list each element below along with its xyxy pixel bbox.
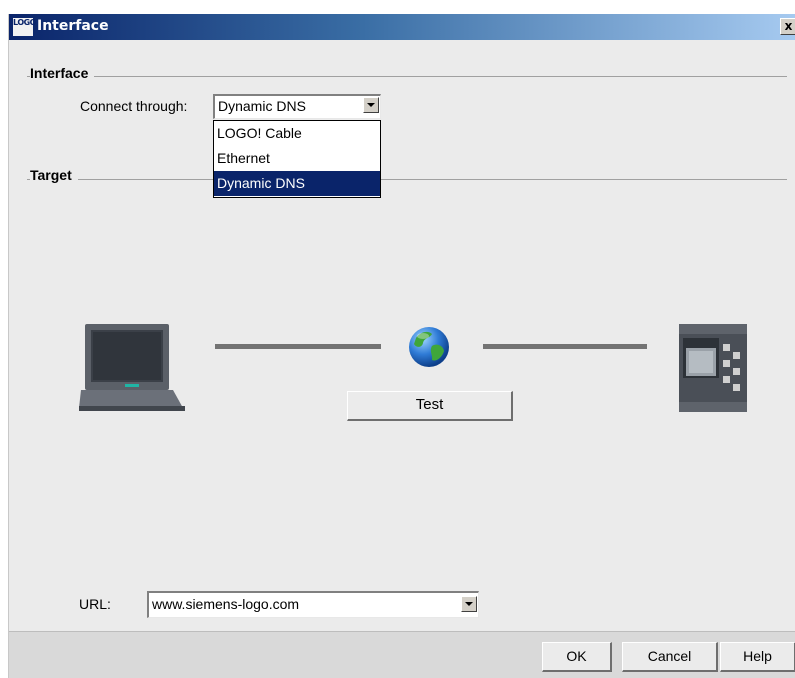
interface-section-divider [27, 76, 787, 77]
logo-app-icon: LOGO [13, 18, 36, 36]
target-section-divider [27, 179, 787, 180]
interface-section-heading: Interface [30, 65, 95, 81]
help-button[interactable]: Help [720, 642, 795, 672]
target-section-heading: Target [30, 167, 78, 183]
test-button[interactable]: Test [347, 391, 513, 421]
url-chevron-down-icon[interactable] [461, 596, 477, 612]
plc-module-icon [679, 324, 747, 412]
dropdown-option-logo-cable[interactable]: LOGO! Cable [214, 121, 380, 146]
interface-dialog: LOGO Interface x Interface Connect throu… [8, 14, 795, 678]
connect-through-dropdown-list: LOGO! Cable Ethernet Dynamic DNS [213, 120, 381, 198]
connect-through-select[interactable]: Dynamic DNS [213, 94, 381, 119]
dialog-button-bar: OK Cancel Help [9, 631, 795, 678]
url-label: URL: [79, 596, 111, 612]
dropdown-option-dynamic-dns[interactable]: Dynamic DNS [214, 171, 380, 196]
close-icon: x [784, 19, 793, 33]
dropdown-option-ethernet[interactable]: Ethernet [214, 146, 380, 171]
url-select[interactable]: www.siemens-logo.com [147, 591, 479, 618]
cancel-button[interactable]: Cancel [622, 642, 718, 672]
connection-line-left [215, 344, 381, 349]
title-bar[interactable]: LOGO Interface [9, 14, 795, 40]
app-icon-text: LOGO [13, 18, 36, 27]
chevron-down-icon[interactable] [363, 97, 379, 113]
url-value: www.siemens-logo.com [152, 596, 300, 612]
connect-through-value: Dynamic DNS [218, 98, 306, 114]
globe-icon [409, 327, 449, 367]
connection-line-right [483, 344, 647, 349]
ok-button[interactable]: OK [542, 642, 612, 672]
close-button[interactable]: x [780, 18, 795, 35]
laptop-icon [79, 324, 185, 411]
connect-through-label: Connect through: [80, 98, 188, 114]
window-title: Interface [37, 18, 109, 34]
